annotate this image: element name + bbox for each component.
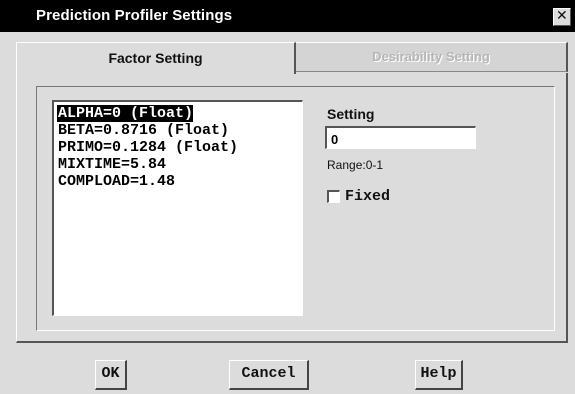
- tab-factor-setting[interactable]: Factor Setting: [16, 42, 296, 74]
- fixed-checkbox[interactable]: [327, 190, 340, 203]
- cancel-button[interactable]: Cancel: [229, 360, 309, 390]
- setting-label: Setting: [327, 106, 375, 122]
- factor-list-item-beta[interactable]: BETA=0.8716 (Float): [57, 122, 229, 139]
- ok-button[interactable]: OK: [95, 360, 127, 390]
- factor-list-item-compload[interactable]: COMPLOAD=1.48: [57, 173, 175, 190]
- factor-list-item-primo[interactable]: PRIMO=0.1284 (Float): [57, 139, 238, 156]
- factor-listbox[interactable]: ALPHA=0 (Float) BETA=0.8716 (Float) PRIM…: [52, 100, 303, 316]
- factor-list-item-mixtime[interactable]: MIXTIME=5.84: [57, 156, 166, 173]
- window-title: Prediction Profiler Settings: [36, 7, 233, 24]
- tab-desirability-setting-label: Desirability Setting: [372, 49, 490, 64]
- fixed-checkbox-label[interactable]: Fixed: [345, 188, 390, 205]
- setting-value-input[interactable]: [325, 126, 476, 149]
- close-icon[interactable]: [553, 8, 571, 26]
- tab-factor-setting-label: Factor Setting: [108, 50, 203, 66]
- range-label: Range:0-1: [327, 158, 384, 172]
- prediction-profiler-dialog: Prediction Profiler Settings Factor Sett…: [0, 0, 575, 394]
- tab-desirability-setting[interactable]: Desirability Setting: [296, 42, 568, 72]
- title-bar[interactable]: Prediction Profiler Settings: [0, 0, 575, 32]
- help-button[interactable]: Help: [415, 360, 463, 390]
- factor-list-item-alpha[interactable]: ALPHA=0 (Float): [57, 105, 194, 122]
